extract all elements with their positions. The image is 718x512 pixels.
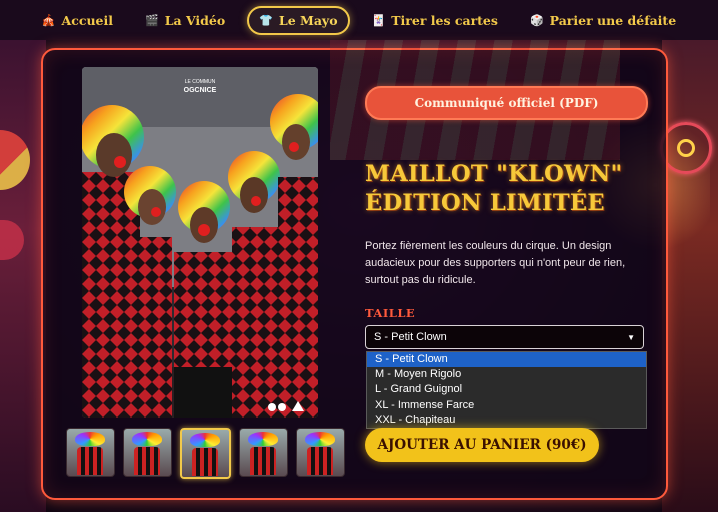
official-statement-pdf-button[interactable]: Communiqué officiel (PDF) — [365, 86, 648, 120]
thumbnail-strip — [66, 428, 345, 479]
photo-brand-text: OGCNICE — [184, 87, 217, 94]
thumbnail-2[interactable] — [123, 428, 172, 477]
product-title-line1: MAILLOT "KLOWN" — [365, 161, 623, 187]
thumbnail-3[interactable] — [180, 428, 231, 479]
size-option[interactable]: S - Petit Clown — [367, 352, 646, 368]
nav-item-accueil[interactable]: 🎪 Accueil — [32, 8, 123, 33]
clown-team-photo: LE COMMUN OGCNICE — [82, 67, 318, 418]
size-select-value: S - Petit Clown — [374, 331, 447, 343]
nav-item-tirer-les-cartes[interactable]: 🃏 Tirer les cartes — [362, 8, 508, 33]
nav-item-label: Parier une défaite — [549, 12, 677, 28]
nav-item-la-vid-o[interactable]: 🎬 La Vidéo — [135, 8, 235, 33]
photo-tag-text: LE COMMUN — [185, 79, 216, 85]
main-navigation: 🎪 Accueil 🎬 La Vidéo 👕 Le Mayo 🃏 Tirer les cart… — [0, 0, 718, 40]
nav-item-label: Le Mayo — [278, 12, 338, 28]
dice-icon: 🎲 — [529, 13, 544, 27]
thumbnail-5[interactable] — [296, 428, 345, 477]
cards-icon: 🃏 — [371, 13, 386, 27]
product-title: MAILLOT "KLOWN" ÉDITION LIMITÉE — [365, 160, 655, 218]
chevron-down-icon: ▼ — [627, 333, 635, 342]
clapper-icon: 🎬 — [145, 13, 159, 27]
thumbnail-4[interactable] — [239, 428, 288, 477]
tent-icon: 🎪 — [41, 13, 56, 27]
size-dropdown-list: S - Petit Clown M - Moyen Rigolo L - Grand… — [366, 351, 647, 429]
size-option[interactable]: XL - Immense Farce — [367, 398, 646, 413]
product-title-line2: ÉDITION LIMITÉE — [365, 190, 605, 216]
circus-background-left — [0, 40, 46, 512]
size-option[interactable]: XXL - Chapiteau — [367, 413, 646, 428]
nav-item-parier-une-d-faite[interactable]: 🎲 Parier une défaite — [520, 8, 686, 33]
size-select[interactable]: S - Petit Clown ▼ — [365, 325, 644, 349]
add-to-cart-button[interactable]: AJOUTER AU PANIER (90€) — [365, 428, 599, 462]
nav-item-le-mayo[interactable]: 👕 Le Mayo — [247, 5, 350, 35]
shirt-icon: 👕 — [259, 13, 273, 27]
nav-item-label: Tirer les cartes — [391, 12, 498, 28]
thumbnail-1[interactable] — [66, 428, 115, 477]
product-description: Portez fièrement les couleurs du cirque.… — [365, 240, 626, 286]
product-main-image[interactable]: LE COMMUN OGCNICE — [82, 67, 318, 418]
nav-item-label: Accueil — [61, 12, 113, 28]
size-option[interactable]: M - Moyen Rigolo — [367, 367, 646, 382]
size-option[interactable]: L - Grand Guignol — [367, 382, 646, 397]
nav-item-label: La Vidéo — [164, 12, 226, 28]
size-label: TAILLE — [365, 306, 416, 320]
